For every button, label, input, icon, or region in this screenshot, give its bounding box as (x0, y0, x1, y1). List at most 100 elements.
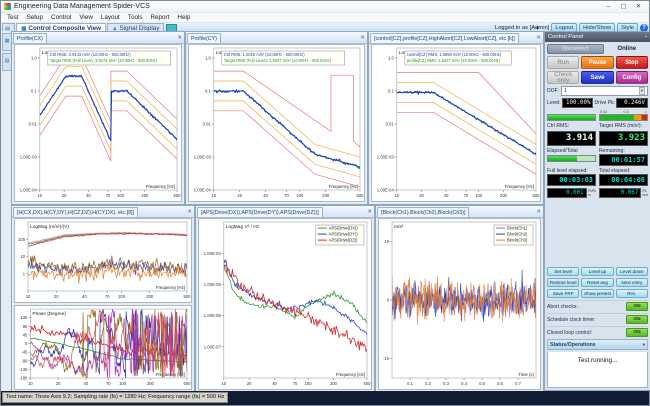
dof-select[interactable]: 1 ▾ (561, 86, 648, 96)
menu-layout[interactable]: Layout (97, 14, 124, 21)
level-meter (547, 114, 596, 121)
chart-aps-drives[interactable]: 102040701002005001.00E-041.00E-051.00E-0… (198, 218, 372, 390)
svg-text:100: 100 (118, 294, 126, 299)
remaining-value: 00:01:57 (599, 154, 648, 166)
svg-text:0.1: 0.1 (407, 381, 413, 386)
abort-checks-toggle[interactable]: ON (626, 302, 648, 311)
panel-profile-cx: Profile(CX) ✕ 102040701002005001.00.10.0… (11, 31, 185, 205)
show-pretest-button[interactable]: Show pretest (581, 289, 613, 298)
close-icon[interactable]: ✕ (365, 209, 374, 215)
chart-frf-magnitude[interactable]: 10204070100200500100101LogMag (m/s²)/(V)… (14, 218, 192, 303)
svg-text:0.1: 0.1 (205, 89, 211, 94)
panel-header: [control[CZ],profile[CZ],HighAbort[CZ],L… (369, 32, 543, 44)
panel-tab-profile-cx[interactable]: Profile(CX) (13, 33, 47, 44)
save-button[interactable]: Save (581, 71, 613, 84)
close-icon[interactable]: ✕ (175, 35, 184, 41)
chart-control-cz[interactable]: 102040701002005001.00.10.011.00E-031.00E… (371, 44, 541, 202)
svg-text:70: 70 (284, 193, 289, 198)
close-icon[interactable]: ✕ (534, 209, 543, 215)
svg-text:-135: -135 (19, 367, 28, 372)
level-down-button[interactable]: Level down (616, 267, 648, 276)
minimize-icon[interactable]: – (601, 2, 616, 12)
chart-frf-phase[interactable]: 1020407010020050013590450-45-90-135-180P… (14, 305, 192, 390)
close-icon[interactable]: ✕ (358, 35, 367, 41)
panel-tab-profile-cy[interactable]: Profile(CY) (187, 33, 221, 44)
run-button[interactable]: Run (547, 56, 579, 69)
svg-text:1.00E-04: 1.00E-04 (20, 188, 38, 193)
svg-text:500: 500 (357, 193, 365, 198)
pause-button[interactable]: Pause (581, 56, 613, 69)
chart-profile-cy[interactable]: 102040701002005001.00.10.011.00E-031.00E… (188, 44, 365, 202)
pin-icon[interactable]: ▪ (645, 34, 647, 40)
menu-view[interactable]: View (75, 14, 97, 21)
set-level-button[interactable]: Set level (547, 267, 579, 276)
svg-text:0: 0 (25, 341, 28, 346)
config-button[interactable]: Config (616, 71, 648, 84)
svg-text:1.00E-03: 1.00E-03 (194, 155, 212, 160)
svg-text:1.00E-05: 1.00E-05 (204, 282, 222, 287)
svg-text:Block(Ch3): Block(Ch3) (507, 238, 528, 243)
stop-button[interactable]: Stop (616, 56, 648, 69)
svg-text:10: 10 (211, 193, 216, 198)
svg-text:-180: -180 (19, 376, 28, 381)
svg-text:500: 500 (184, 294, 192, 299)
menu-control[interactable]: Control (47, 14, 75, 21)
svg-text:200: 200 (330, 381, 338, 386)
close-icon[interactable]: ✕ (631, 2, 646, 12)
close-icon[interactable]: ✕ (185, 209, 194, 215)
elapsed-progress-bar (547, 155, 596, 162)
check-only-button[interactable]: Check only (547, 71, 579, 84)
svg-text:40: 40 (272, 381, 277, 386)
svg-text:10: 10 (221, 381, 226, 386)
chart-profile-cx[interactable]: 102040701002005001.00.10.011.00E-031.00E… (14, 44, 182, 202)
maximize-icon[interactable]: ▢ (616, 2, 631, 12)
status-operations-title: Status/Operations (550, 342, 596, 348)
disconnect-button[interactable]: Disconnect (547, 44, 604, 54)
svg-text:m/s²: m/s² (394, 224, 404, 230)
save-frf-button[interactable]: Save FRF (547, 289, 579, 298)
svg-text:100: 100 (296, 193, 304, 198)
dock-b-icon: ▤ (5, 58, 10, 64)
reset-avg-button[interactable]: Reset avg (581, 278, 613, 287)
window-title: Engineering Data Management Spider-VCS (14, 3, 150, 10)
panel-tab-aps-drives[interactable]: [APS(Drive(DX)),APS(Drive(DY)),APS(Drive… (197, 207, 323, 218)
menu-setup[interactable]: Setup (23, 14, 47, 21)
svg-text:20: 20 (237, 193, 242, 198)
svg-text:20: 20 (62, 193, 67, 198)
drive-pk-label: Drive Pk: (594, 100, 615, 106)
svg-text:200: 200 (141, 193, 149, 198)
menu-help[interactable]: Help (173, 14, 194, 21)
menu-test[interactable]: Test (3, 14, 23, 21)
svg-text:500: 500 (184, 381, 192, 386)
svg-text:10: 10 (37, 193, 42, 198)
menu-tools[interactable]: Tools (124, 14, 147, 21)
panel-tab-control-cz[interactable]: [control[CZ],profile[CZ],HighAbort[CZ],L… (370, 33, 519, 44)
next-entry-button[interactable]: Next entry (616, 278, 648, 287)
panel-tab-frf[interactable]: [H(CX,DX),H(CY,DY),H(CZ,DZ),H(CY,DX), et… (13, 207, 138, 218)
rec-button[interactable]: Rec. (616, 289, 648, 298)
svg-text:500: 500 (533, 193, 541, 198)
menu-report[interactable]: Report (147, 14, 174, 21)
svg-text:1.0: 1.0 (388, 56, 394, 61)
close-icon[interactable]: ✕ (534, 35, 543, 41)
unit-bottom: m (588, 193, 591, 197)
svg-text:0.01: 0.01 (29, 122, 38, 127)
schedule-clock-timer-toggle[interactable]: ON (626, 315, 648, 324)
restore-level-button[interactable]: Restore level (547, 278, 579, 287)
level-label: Level: (547, 100, 561, 106)
closed-loop-control-toggle[interactable]: ON (626, 328, 648, 337)
panel-tab-block-signals[interactable]: [Block(Ch1),Block(Ch2),Block(Ch3)] (377, 207, 469, 218)
svg-text:0.1: 0.1 (388, 89, 394, 94)
svg-text:100: 100 (117, 193, 125, 198)
svg-text:APS(Drive(DX)): APS(Drive(DX)) (329, 226, 359, 231)
chart-block-signals[interactable]: 0.10.20.30.40.50.60.7150-15m/s²Time (s)B… (378, 218, 541, 390)
status-operations-header[interactable]: Status/Operations ▾ (547, 339, 648, 350)
level-up-button[interactable]: Level up (581, 267, 613, 276)
svg-text:Frequency [Hz]: Frequency [Hz] (146, 184, 175, 189)
svg-text:APS(Drive(DY)): APS(Drive(DY)) (329, 232, 359, 237)
svg-text:40: 40 (86, 193, 91, 198)
svg-text:1: 1 (23, 271, 26, 276)
svg-text:100: 100 (305, 381, 313, 386)
drive-meter (599, 114, 648, 121)
svg-text:1.00E-04: 1.00E-04 (204, 251, 222, 256)
